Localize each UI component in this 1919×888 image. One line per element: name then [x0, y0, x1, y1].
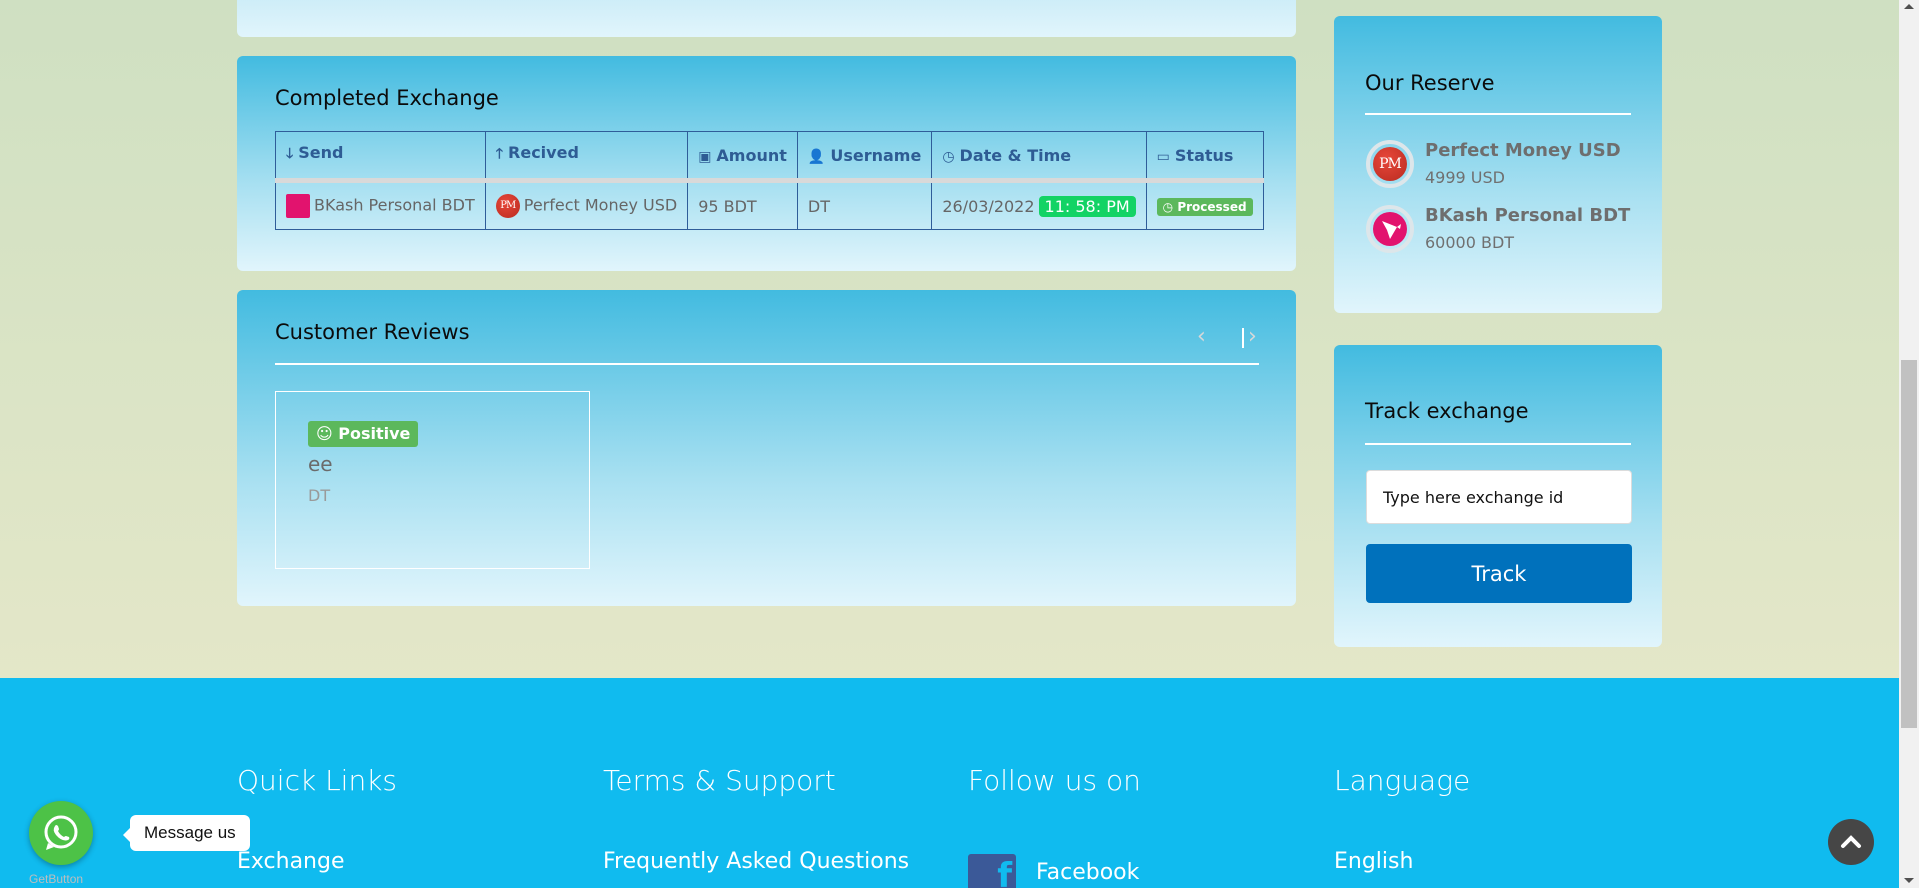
- scroll-down-arrow-icon[interactable]: [1904, 878, 1914, 883]
- reserve-item: PM Perfect Money USD 4999 USD: [1366, 140, 1626, 194]
- table-row: BKash Personal BDT PM Perfect Money USD 9…: [275, 180, 1264, 230]
- column-date-time-label: Date & Time: [959, 145, 1072, 165]
- smile-icon: ☺: [316, 424, 333, 443]
- column-status-label: Status: [1174, 145, 1234, 165]
- clock-icon: ◷: [942, 148, 955, 165]
- user-icon: 👤: [807, 148, 826, 165]
- quick-links-heading: Quick Links: [237, 764, 398, 797]
- footer-terms: Terms & Support Frequently Asked Questio…: [603, 764, 909, 874]
- table-header-row: 🡓 Send 🡑 Recived ▣ Amount 👤 Username ◷ Date &…: [275, 131, 1264, 181]
- received-currency: Perfect Money USD: [523, 195, 678, 215]
- nav-separator: [1242, 328, 1244, 348]
- footer-language: Language English: [1334, 764, 1471, 874]
- reserve-amount: 60000 BDT: [1425, 233, 1515, 252]
- bkash-logo-shape: [1373, 212, 1407, 246]
- reserve-amount: 4999 USD: [1425, 168, 1505, 187]
- perfect-money-logo-icon: PM: [495, 194, 520, 218]
- review-user: DT: [308, 486, 331, 505]
- prev-review-button[interactable]: ‹: [1197, 324, 1206, 349]
- reserve-name: BKash Personal BDT: [1425, 205, 1631, 226]
- perfect-money-logo-text: PM: [1373, 147, 1407, 181]
- column-send-label: Send: [298, 143, 344, 162]
- footer-link-facebook[interactable]: f Facebook: [968, 854, 1139, 888]
- completed-exchange-title: Completed Exchange: [275, 86, 499, 110]
- exchange-id-input[interactable]: [1366, 470, 1632, 524]
- reserve-divider: [1365, 113, 1631, 115]
- footer: Quick Links Exchange Terms & Support Fre…: [0, 678, 1899, 888]
- column-received-label: Recived: [508, 143, 579, 162]
- cell-send: BKash Personal BDT: [275, 180, 486, 230]
- completed-exchange-table: 🡓 Send 🡑 Recived ▣ Amount 👤 Username ◷ Date &…: [275, 131, 1264, 230]
- track-exchange-title: Track exchange: [1365, 399, 1529, 423]
- cell-status: ◷ Processed: [1145, 180, 1264, 230]
- column-username-label: Username: [830, 145, 922, 165]
- column-amount: ▣ Amount: [687, 131, 798, 181]
- reserve-item: BKash Personal BDT 60000 BDT: [1366, 205, 1630, 259]
- track-button[interactable]: Track: [1366, 544, 1632, 603]
- customer-reviews-title: Customer Reviews: [275, 320, 470, 344]
- terms-heading: Terms & Support: [603, 764, 836, 797]
- reviews-divider: [275, 363, 1259, 365]
- track-exchange-card: Track exchange Track: [1334, 345, 1662, 647]
- cell-date-time: 26/03/2022 11: 58: PM: [931, 180, 1147, 230]
- our-reserve-title: Our Reserve: [1365, 71, 1495, 95]
- next-review-button[interactable]: ›: [1248, 324, 1257, 349]
- getbutton-label: GetButton: [29, 872, 84, 886]
- chevron-up-icon: [1841, 835, 1861, 848]
- scroll-to-top-button[interactable]: [1828, 819, 1874, 865]
- column-date-time: ◷ Date & Time: [931, 131, 1147, 181]
- status-label: Processed: [1177, 200, 1247, 214]
- column-received: 🡑 Recived: [484, 131, 689, 181]
- bkash-logo-icon: [1366, 205, 1414, 253]
- review-card: ☺ Positive ee DT: [275, 391, 590, 569]
- our-reserve-card: Our Reserve PM Perfect Money USD 4999 US…: [1334, 16, 1662, 313]
- footer-quick-links: Quick Links Exchange: [237, 764, 398, 874]
- sentiment-label: Positive: [338, 424, 411, 443]
- whatsapp-button[interactable]: [29, 801, 93, 865]
- language-heading: Language: [1334, 764, 1471, 797]
- completed-exchange-card: Completed Exchange 🡓 Send 🡑 Recived ▣ Amoun…: [237, 56, 1296, 271]
- arrow-up-icon: 🡑: [495, 146, 504, 162]
- arrow-down-icon: 🡓: [286, 146, 294, 162]
- exchange-date: 26/03/2022: [942, 196, 1035, 216]
- scrollbar-thumb[interactable]: [1901, 360, 1917, 728]
- footer-follow: Follow us on f Facebook: [968, 764, 1141, 888]
- cell-amount: 95 BDT: [687, 180, 798, 230]
- footer-link-exchange[interactable]: Exchange: [237, 849, 345, 874]
- column-status: ▭ Status: [1145, 131, 1264, 181]
- page-scrollbar[interactable]: [1899, 0, 1919, 888]
- money-icon: ▣: [698, 148, 712, 165]
- facebook-icon: f: [968, 854, 1016, 888]
- follow-heading: Follow us on: [968, 764, 1141, 797]
- review-text: ee: [308, 452, 333, 476]
- whatsapp-icon: [44, 815, 78, 850]
- customer-reviews-card: Customer Reviews ‹ › ☺ Positive ee DT: [237, 290, 1296, 606]
- status-badge: ◷ Processed: [1156, 198, 1253, 216]
- footer-link-faq[interactable]: Frequently Asked Questions: [603, 849, 909, 874]
- send-currency: BKash Personal BDT: [314, 195, 475, 215]
- clock-icon: ◷: [1162, 200, 1174, 214]
- bkash-logo-icon: [286, 194, 310, 218]
- column-send: 🡓 Send: [275, 131, 486, 181]
- calendar-icon: ▭: [1156, 148, 1170, 165]
- cell-username: DT: [796, 180, 933, 230]
- time-badge: 11: 58: PM: [1038, 195, 1136, 217]
- page: Completed Exchange 🡓 Send 🡑 Recived ▣ Amoun…: [0, 0, 1899, 888]
- scroll-up-arrow-icon[interactable]: [1904, 4, 1914, 9]
- cell-received: PM Perfect Money USD: [484, 180, 689, 230]
- column-username: 👤 Username: [796, 131, 933, 181]
- footer-link-english[interactable]: English: [1334, 849, 1413, 874]
- track-divider: [1365, 443, 1631, 445]
- message-us-bubble[interactable]: Message us: [123, 815, 250, 851]
- column-amount-label: Amount: [716, 145, 787, 165]
- positive-badge: ☺ Positive: [308, 421, 419, 447]
- facebook-label: Facebook: [1036, 860, 1140, 885]
- previous-section-card: [237, 0, 1296, 37]
- perfect-money-logo-icon: PM: [1366, 140, 1414, 188]
- reserve-name: Perfect Money USD: [1425, 140, 1621, 161]
